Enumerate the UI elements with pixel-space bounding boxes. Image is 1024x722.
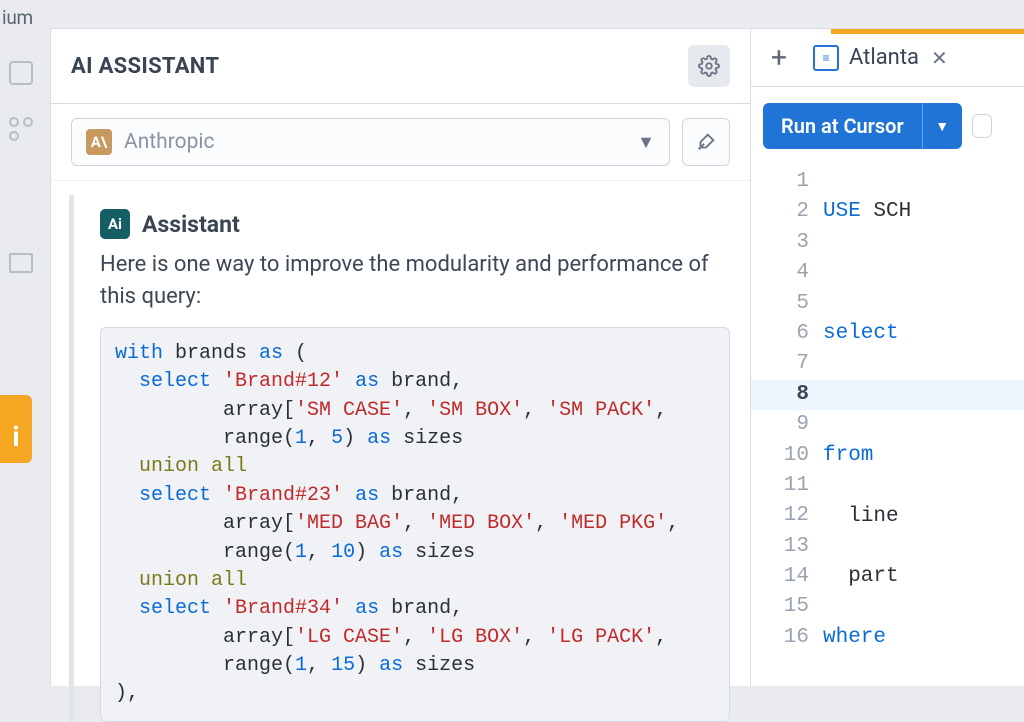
ai-assistant-panel: AI ASSISTANT A\ Anthropic ▼ Ai Assistant… xyxy=(51,29,751,686)
editor-tabbar: + ≡ Atlanta ✕ xyxy=(751,29,1024,87)
truncated-title: ium xyxy=(0,6,33,29)
model-name: Anthropic xyxy=(124,130,637,154)
sql-editor-panel: + ≡ Atlanta ✕ Run at Cursor ▼ 1234567 8 … xyxy=(751,29,1024,686)
anthropic-logo-icon: A\ xyxy=(86,129,112,155)
model-select-dropdown[interactable]: A\ Anthropic ▼ xyxy=(71,118,670,166)
active-nav-indicator[interactable]: i xyxy=(0,395,32,463)
close-tab-button[interactable]: ✕ xyxy=(929,44,950,72)
left-nav-strip: ium i xyxy=(0,0,42,686)
line-number-gutter: 1234567 8 910111213141516 xyxy=(751,165,823,686)
tab-active-indicator xyxy=(831,29,1024,34)
nav-icon-2[interactable] xyxy=(9,117,33,141)
run-at-cursor-button[interactable]: Run at Cursor xyxy=(763,103,922,149)
gear-icon xyxy=(698,55,720,77)
nav-icon-1[interactable] xyxy=(9,61,33,85)
tab-label: Atlanta xyxy=(849,45,919,70)
chevron-down-icon: ▼ xyxy=(935,118,949,135)
code-editor[interactable]: 1234567 8 910111213141516 USE SCH select… xyxy=(751,165,1024,686)
brush-icon xyxy=(695,131,717,153)
new-tab-button[interactable]: + xyxy=(763,42,795,74)
assistant-settings-button[interactable] xyxy=(688,45,730,87)
assistant-title: AI ASSISTANT xyxy=(71,54,219,79)
editor-toolbar: Run at Cursor ▼ xyxy=(751,87,1024,165)
toolbar-secondary-button[interactable] xyxy=(972,114,992,138)
editor-code-area[interactable]: USE SCH select sum(l from line part wher… xyxy=(823,165,1024,686)
run-dropdown-button[interactable]: ▼ xyxy=(922,103,962,149)
assistant-role-label: Assistant xyxy=(142,211,240,238)
assistant-avatar-icon: Ai xyxy=(100,209,130,239)
nav-icon-3[interactable] xyxy=(9,253,33,273)
sql-file-icon: ≡ xyxy=(813,45,839,71)
chevron-down-icon: ▼ xyxy=(637,132,655,153)
assistant-code-block[interactable]: with brands as ( select 'Brand#12' as br… xyxy=(100,327,730,722)
clear-chat-button[interactable] xyxy=(682,118,730,166)
assistant-message: Here is one way to improve the modularit… xyxy=(100,249,730,313)
tab-atlanta[interactable]: ≡ Atlanta ✕ xyxy=(803,38,960,78)
